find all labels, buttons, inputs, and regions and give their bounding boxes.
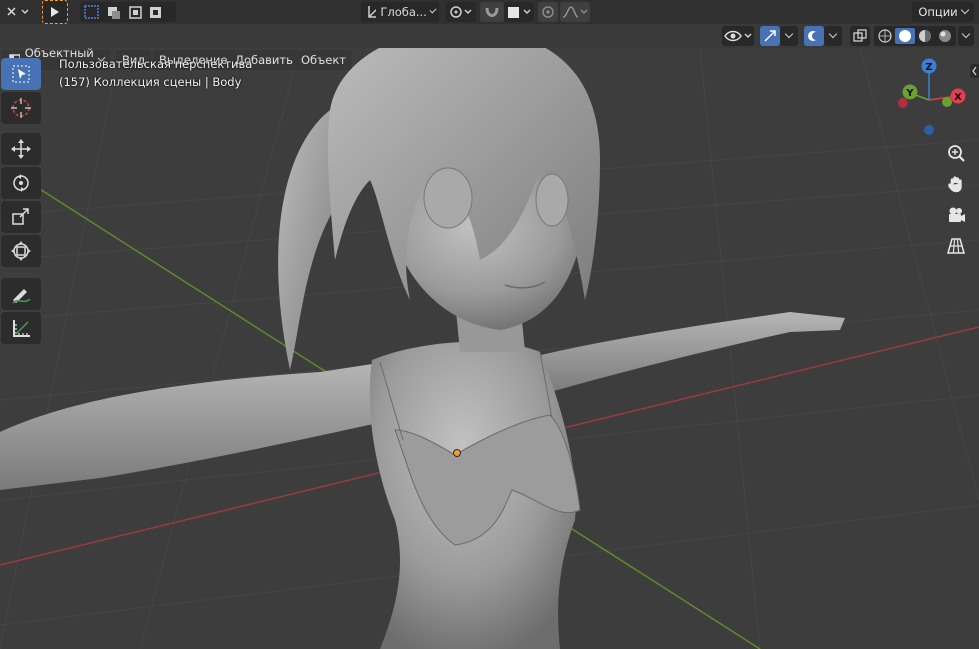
gizmo-y-label: Y (905, 88, 914, 99)
orientation-icon (368, 6, 377, 18)
magnet-icon (485, 7, 499, 17)
editor-type-icon (7, 7, 29, 16)
tool-select-box[interactable] (1, 58, 41, 90)
editor-type-button[interactable] (2, 2, 32, 22)
select-box-icon (12, 65, 30, 83)
hand-icon (948, 176, 962, 193)
object-origin (453, 449, 461, 457)
xray-icon (853, 29, 867, 42)
chevron-down-icon (429, 6, 437, 14)
zoom-icon (948, 145, 965, 162)
chevron-down-icon (960, 5, 969, 15)
tool-measure[interactable] (1, 312, 41, 344)
transform-orientation-select[interactable]: Глоба... (361, 2, 439, 22)
viewport-header-menu: Объектный ... Вид Выделение Добавить Объ… (0, 24, 979, 74)
grid-perspective-icon (947, 238, 965, 254)
tool-scale[interactable] (1, 201, 41, 233)
gizmo-arrow-icon (764, 30, 776, 42)
chevron-down-icon (784, 29, 794, 39)
selection-mode-icons (84, 5, 161, 19)
snap-target-icon (508, 7, 531, 18)
gizmo-neg-z-handle[interactable] (924, 125, 934, 135)
overlays-toggle[interactable] (804, 26, 824, 46)
overlays-dropdown[interactable] (824, 26, 842, 46)
character-model (0, 48, 845, 649)
pointer-icon (51, 7, 59, 17)
3d-viewport[interactable] (0, 48, 979, 649)
shading-icons (878, 28, 951, 44)
transform-orientation-label: Глоба... (380, 5, 427, 19)
collection-label: (157) Коллекция сцены | Body (59, 75, 242, 89)
chevron-left-icon (972, 66, 977, 76)
sidebar-toggle[interactable] (970, 64, 979, 78)
gizmo-dropdown[interactable] (780, 26, 798, 46)
cursor-icon (11, 98, 31, 118)
viewport-scene (0, 48, 979, 649)
snap-target-select[interactable] (504, 2, 534, 22)
tool-move[interactable] (1, 133, 41, 165)
camera-view-button[interactable] (942, 201, 970, 229)
eye-icon (724, 30, 752, 42)
chevron-down-icon (961, 29, 971, 39)
selection-mode-group[interactable] (80, 2, 176, 22)
measure-icon (13, 320, 30, 337)
blender-window: Глоба... Опции Объектный ... Вид (0, 0, 979, 649)
shading-dropdown[interactable] (958, 26, 974, 46)
annotate-icon (12, 289, 31, 304)
pan-button[interactable] (942, 170, 970, 198)
navigation-gizmo[interactable]: Z X Y (885, 55, 975, 145)
gizmo-toggle[interactable] (760, 26, 780, 46)
projection-toggle-button[interactable] (942, 232, 970, 260)
viewport-header-top: Глоба... Опции (0, 0, 979, 24)
tool-transform[interactable] (1, 235, 41, 267)
menu-object-label: Объект (301, 53, 346, 67)
menu-object[interactable]: Объект (295, 50, 352, 70)
pivot-point-select[interactable] (446, 2, 476, 22)
perspective-label: Пользовательская перспектива (59, 57, 253, 71)
falloff-select[interactable] (560, 2, 590, 22)
rotate-icon (13, 174, 29, 192)
tool-annotate[interactable] (1, 278, 41, 310)
camera-icon (949, 207, 965, 222)
visibility-select[interactable] (722, 26, 754, 46)
gizmo-x-label: X (954, 92, 962, 103)
transform-icon (11, 241, 31, 261)
proportional-edit-icon (542, 6, 554, 18)
pivot-icon (450, 6, 472, 18)
gizmo-neg-y-handle[interactable] (942, 97, 952, 107)
overlay-icon (808, 31, 820, 41)
options-label: Опции (918, 5, 958, 19)
chevron-down-icon (828, 29, 838, 39)
zoom-button[interactable] (942, 139, 970, 167)
shading-mode-group[interactable] (874, 26, 956, 46)
options-button[interactable]: Опции (912, 2, 974, 22)
gizmo-neg-x-handle[interactable] (898, 98, 908, 108)
falloff-curve-icon (562, 6, 588, 18)
select-mode-button[interactable] (42, 0, 68, 24)
tool-cursor[interactable] (1, 92, 41, 124)
snap-toggle[interactable] (480, 2, 504, 22)
scale-icon (12, 208, 29, 225)
move-icon (11, 139, 31, 159)
xray-toggle[interactable] (850, 26, 870, 46)
gizmo-z-label: Z (925, 62, 932, 73)
proportional-edit-toggle[interactable] (538, 2, 558, 22)
tool-rotate[interactable] (1, 167, 41, 199)
